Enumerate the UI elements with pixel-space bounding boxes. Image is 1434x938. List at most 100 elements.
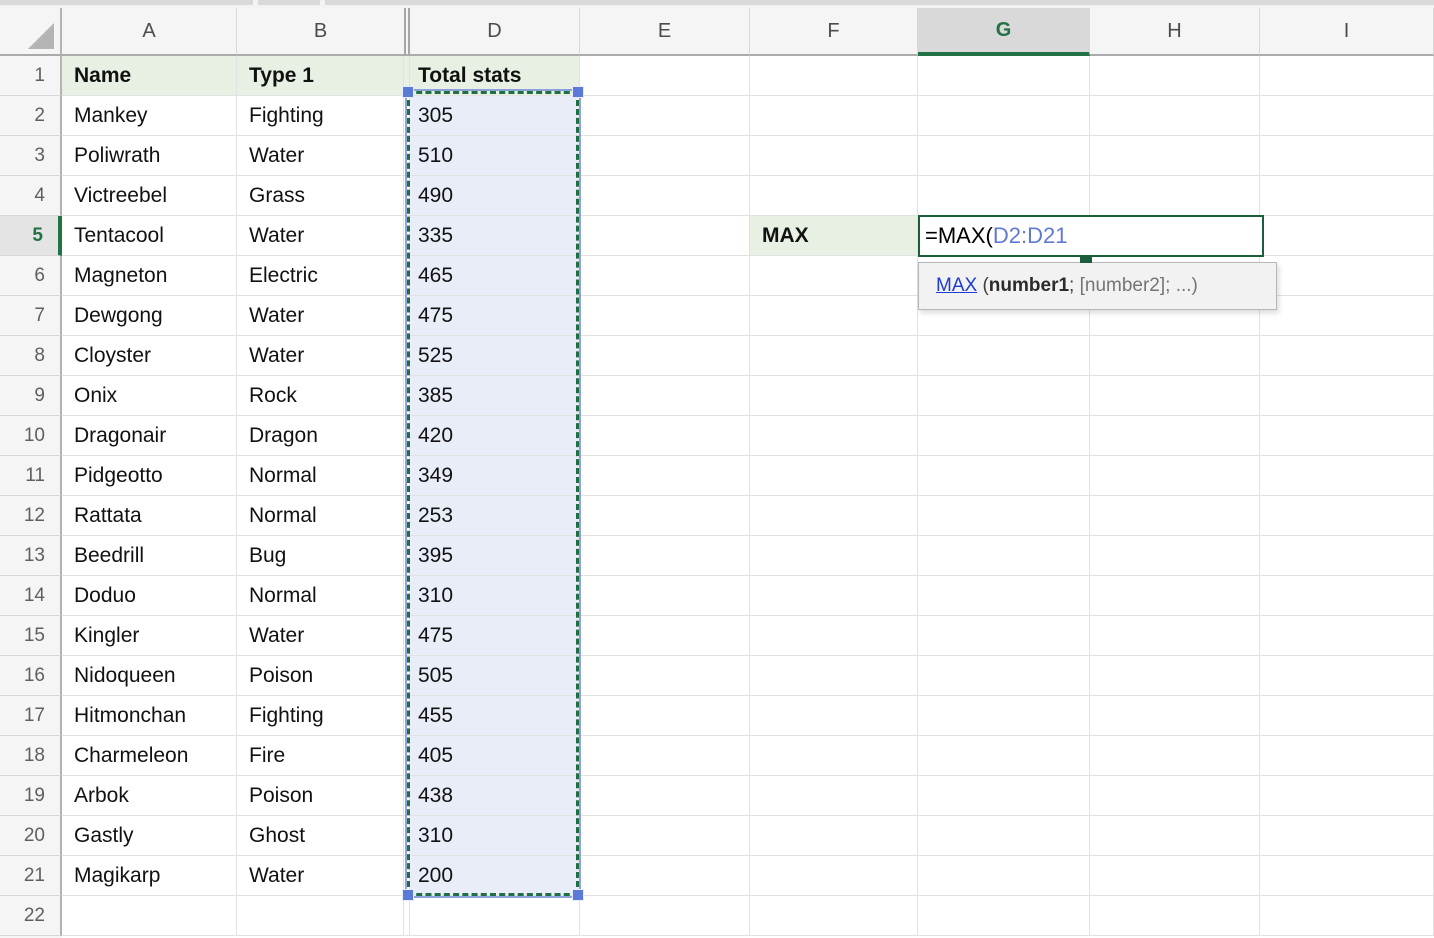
cell-H12[interactable] (1090, 496, 1260, 536)
cell-D17[interactable]: 455 (410, 696, 580, 736)
cell-E7[interactable] (580, 296, 750, 336)
cell-B12[interactable]: Normal (237, 496, 404, 536)
cell-I6[interactable] (1260, 256, 1434, 296)
cell-B13[interactable]: Bug (237, 536, 404, 576)
cell-E21[interactable] (580, 856, 750, 896)
cell-B22[interactable] (237, 896, 404, 936)
cell-I20[interactable] (1260, 816, 1434, 856)
cell-E4[interactable] (580, 176, 750, 216)
cell-F7[interactable] (750, 296, 918, 336)
row-header-6[interactable]: 6 (0, 256, 62, 296)
selection-handle-top-left[interactable] (402, 86, 414, 98)
row-header-17[interactable]: 17 (0, 696, 62, 736)
column-header-I[interactable]: I (1260, 8, 1434, 56)
column-header-H[interactable]: H (1090, 8, 1260, 56)
cell-E16[interactable] (580, 656, 750, 696)
column-header-A[interactable]: A (62, 8, 237, 56)
select-all-button[interactable] (0, 8, 62, 56)
cell-D3[interactable]: 510 (410, 136, 580, 176)
cell-I16[interactable] (1260, 656, 1434, 696)
cell-F15[interactable] (750, 616, 918, 656)
cell-B18[interactable]: Fire (237, 736, 404, 776)
cell-D14[interactable]: 310 (410, 576, 580, 616)
cell-D15[interactable]: 475 (410, 616, 580, 656)
cell-G4[interactable] (918, 176, 1090, 216)
cell-I4[interactable] (1260, 176, 1434, 216)
cell-G14[interactable] (918, 576, 1090, 616)
cell-E9[interactable] (580, 376, 750, 416)
row-header-15[interactable]: 15 (0, 616, 62, 656)
cell-A1[interactable]: Name (62, 56, 237, 96)
cell-H13[interactable] (1090, 536, 1260, 576)
cell-H18[interactable] (1090, 736, 1260, 776)
cell-F16[interactable] (750, 656, 918, 696)
cell-H10[interactable] (1090, 416, 1260, 456)
row-header-7[interactable]: 7 (0, 296, 62, 336)
cell-D2[interactable]: 305 (410, 96, 580, 136)
cell-I11[interactable] (1260, 456, 1434, 496)
cell-G19[interactable] (918, 776, 1090, 816)
column-header-G[interactable]: G (918, 8, 1090, 56)
cell-A13[interactable]: Beedrill (62, 536, 237, 576)
cell-G18[interactable] (918, 736, 1090, 776)
cell-A16[interactable]: Nidoqueen (62, 656, 237, 696)
cell-I2[interactable] (1260, 96, 1434, 136)
row-header-20[interactable]: 20 (0, 816, 62, 856)
cell-E3[interactable] (580, 136, 750, 176)
cell-F3[interactable] (750, 136, 918, 176)
cell-G17[interactable] (918, 696, 1090, 736)
row-header-18[interactable]: 18 (0, 736, 62, 776)
cell-D7[interactable]: 475 (410, 296, 580, 336)
cell-E13[interactable] (580, 536, 750, 576)
cell-D22[interactable] (410, 896, 580, 936)
cell-D9[interactable]: 385 (410, 376, 580, 416)
cell-F10[interactable] (750, 416, 918, 456)
cell-H1[interactable] (1090, 56, 1260, 96)
cell-B5[interactable]: Water (237, 216, 404, 256)
selection-handle-top-right[interactable] (572, 86, 584, 98)
cell-G21[interactable] (918, 856, 1090, 896)
cell-F14[interactable] (750, 576, 918, 616)
cell-D6[interactable]: 465 (410, 256, 580, 296)
cell-A11[interactable]: Pidgeotto (62, 456, 237, 496)
cell-B8[interactable]: Water (237, 336, 404, 376)
row-header-3[interactable]: 3 (0, 136, 62, 176)
tooltip-function-link[interactable]: MAX (936, 275, 977, 297)
cell-H2[interactable] (1090, 96, 1260, 136)
cell-I22[interactable] (1260, 896, 1434, 936)
cell-G11[interactable] (918, 456, 1090, 496)
cell-G12[interactable] (918, 496, 1090, 536)
cell-H22[interactable] (1090, 896, 1260, 936)
cell-B6[interactable]: Electric (237, 256, 404, 296)
cell-A19[interactable]: Arbok (62, 776, 237, 816)
row-header-12[interactable]: 12 (0, 496, 62, 536)
cell-A9[interactable]: Onix (62, 376, 237, 416)
row-header-19[interactable]: 19 (0, 776, 62, 816)
cell-H17[interactable] (1090, 696, 1260, 736)
active-cell-editor[interactable]: =MAX(D2:D21 (918, 215, 1264, 257)
cell-A10[interactable]: Dragonair (62, 416, 237, 456)
cell-A14[interactable]: Doduo (62, 576, 237, 616)
cell-D10[interactable]: 420 (410, 416, 580, 456)
row-header-21[interactable]: 21 (0, 856, 62, 896)
cell-H11[interactable] (1090, 456, 1260, 496)
cell-F19[interactable] (750, 776, 918, 816)
cell-B1[interactable]: Type 1 (237, 56, 404, 96)
cell-F4[interactable] (750, 176, 918, 216)
cell-E22[interactable] (580, 896, 750, 936)
cell-H3[interactable] (1090, 136, 1260, 176)
cell-F18[interactable] (750, 736, 918, 776)
cell-E17[interactable] (580, 696, 750, 736)
cell-F17[interactable] (750, 696, 918, 736)
cell-I5[interactable] (1260, 216, 1434, 256)
cell-E11[interactable] (580, 456, 750, 496)
cell-F11[interactable] (750, 456, 918, 496)
column-header-B[interactable]: B (237, 8, 404, 56)
cell-A12[interactable]: Rattata (62, 496, 237, 536)
cell-F20[interactable] (750, 816, 918, 856)
column-header-D[interactable]: D (410, 8, 580, 56)
cell-F22[interactable] (750, 896, 918, 936)
cell-F2[interactable] (750, 96, 918, 136)
cell-H16[interactable] (1090, 656, 1260, 696)
cell-I14[interactable] (1260, 576, 1434, 616)
